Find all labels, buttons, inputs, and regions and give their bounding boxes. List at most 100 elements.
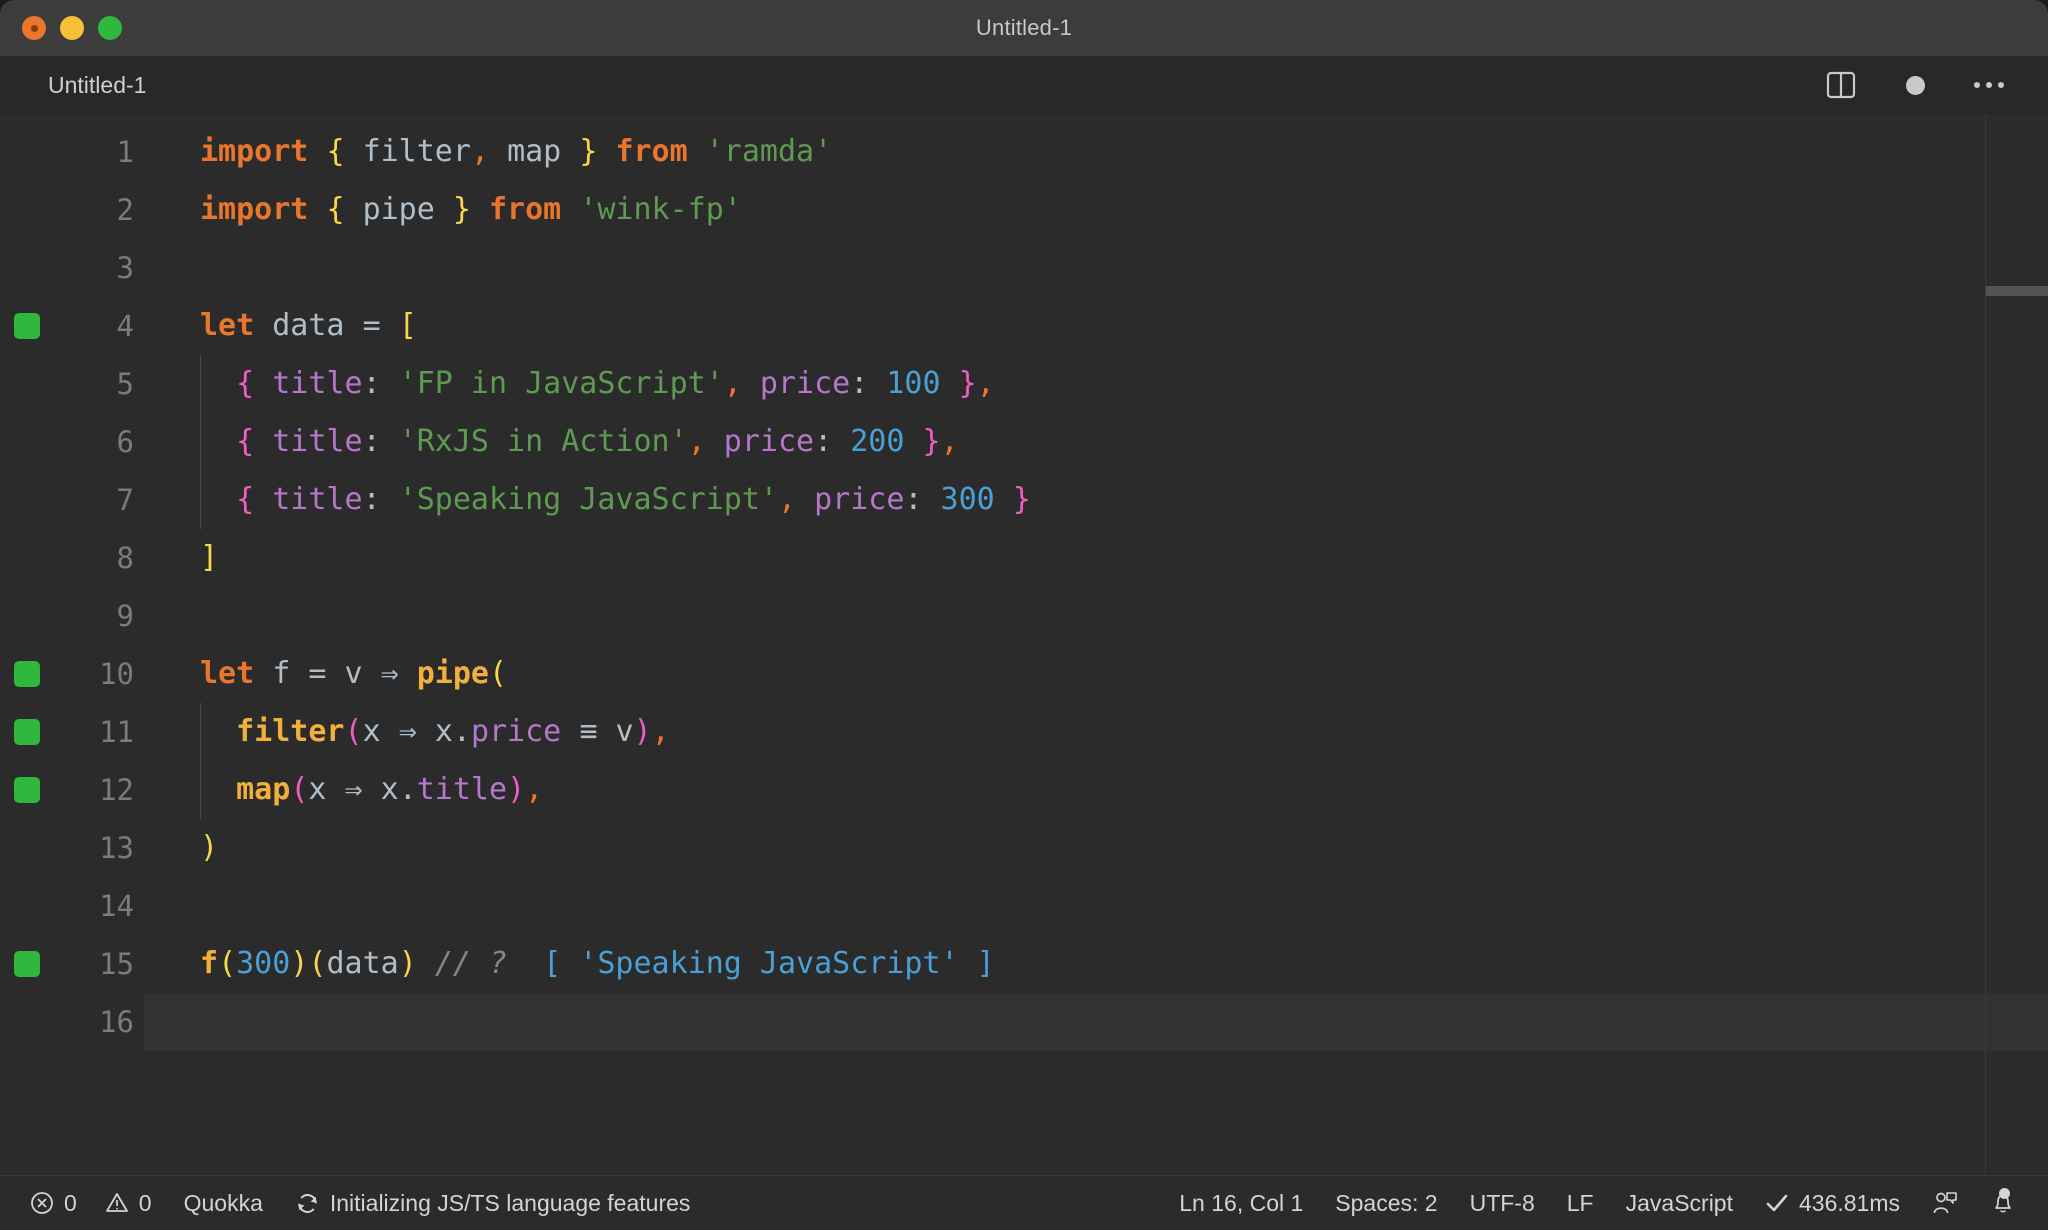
status-bar: 0 0 Quokka Initializing JS/TS language f…	[0, 1175, 2048, 1230]
code-token: 'Speaking JavaScript'	[398, 482, 778, 517]
code-line-text[interactable]: let f = v ⇒ pipe(	[144, 645, 2048, 703]
code-line[interactable]: 10 let f = v ⇒ pipe(	[0, 645, 2048, 703]
code-token: filter	[236, 714, 345, 749]
quokka-coverage-marker	[14, 661, 40, 687]
code-line[interactable]: 6 { title: 'RxJS in Action', price: 200 …	[0, 413, 2048, 471]
eol-status[interactable]: LF	[1551, 1176, 1610, 1230]
code-line[interactable]: 1 import { filter, map } from 'ramda'	[0, 123, 2048, 181]
code-token: pipe	[416, 656, 489, 691]
code-line[interactable]: 4 let data = [	[0, 297, 2048, 355]
code-line-text[interactable]	[144, 993, 2048, 1051]
line-number: 1	[116, 135, 134, 169]
problems-status[interactable]: 0 0	[0, 1176, 168, 1230]
close-button[interactable]	[22, 16, 46, 40]
indentation-status[interactable]: Spaces: 2	[1319, 1176, 1453, 1230]
code-token: .	[452, 714, 471, 749]
code-token: from	[615, 134, 688, 169]
code-line-text[interactable]: import { pipe } from 'wink-fp'	[144, 181, 2048, 239]
code-line-text[interactable]: let data = [	[144, 297, 2048, 355]
line-number: 14	[99, 889, 134, 923]
code-token: ⇒	[380, 656, 399, 691]
code-line-text[interactable]: filter(x ⇒ x. price ≡ v),	[144, 703, 2048, 761]
code-token: {	[326, 134, 345, 169]
vertical-scrollbar[interactable]	[1986, 286, 2048, 296]
code-token: )	[200, 830, 219, 865]
code-line-text[interactable]	[144, 877, 2048, 935]
code-line-text[interactable]: map(x ⇒ x. title),	[144, 761, 2048, 819]
encoding-status[interactable]: UTF-8	[1454, 1176, 1551, 1230]
code-token: filter	[362, 134, 471, 169]
code-line-text[interactable]: { title: 'Speaking JavaScript', price: 3…	[144, 471, 2048, 529]
code-line-text[interactable]: import { filter, map } from 'ramda'	[144, 123, 2048, 181]
code-token: 100	[886, 366, 941, 401]
code-line[interactable]: 14	[0, 877, 2048, 935]
notifications-bell-icon[interactable]	[1974, 1176, 2032, 1230]
code-token: 'RxJS in Action'	[398, 424, 688, 459]
line-number: 5	[116, 367, 134, 401]
code-token: import	[200, 192, 309, 227]
code-line[interactable]: 12 map(x ⇒ x. title),	[0, 761, 2048, 819]
cursor-position[interactable]: Ln 16, Col 1	[1163, 1176, 1319, 1230]
code-token: [	[398, 308, 417, 343]
code-token: 300	[940, 482, 995, 517]
code-line[interactable]: 11 filter(x ⇒ x. price ≡ v),	[0, 703, 2048, 761]
code-line-text[interactable]: { title: 'RxJS in Action', price: 200 },	[144, 413, 2048, 471]
code-token: title	[272, 366, 363, 401]
code-line-text[interactable]: f(300)(data) // ? [ 'Speaking JavaScript…	[144, 935, 2048, 993]
code-token: v	[344, 656, 363, 691]
indent-guide	[200, 471, 201, 529]
code-line[interactable]: 3	[0, 239, 2048, 297]
code-line[interactable]: 15 f(300)(data) // ? [ 'Speaking JavaScri…	[0, 935, 2048, 993]
code-token: x	[308, 772, 327, 807]
unsaved-indicator[interactable]	[1898, 68, 1932, 102]
code-editor[interactable]: 1 import { filter, map } from 'ramda' 2 imp…	[0, 114, 2048, 1175]
code-line-text[interactable]: { title: 'FP in JavaScript', price: 100 …	[144, 355, 2048, 413]
code-token: x	[362, 714, 381, 749]
code-token: ⇒	[398, 714, 417, 749]
code-line-text[interactable]: ]	[144, 529, 2048, 587]
code-token: pipe	[362, 192, 435, 227]
tab-untitled-1[interactable]: Untitled-1	[0, 56, 172, 114]
quokka-status[interactable]: Quokka	[168, 1176, 279, 1230]
quokka-coverage-marker	[14, 951, 40, 977]
more-actions-icon[interactable]	[1972, 68, 2006, 102]
line-number: 13	[99, 831, 134, 865]
code-token: 300	[236, 946, 291, 981]
code-line[interactable]: 7 { title: 'Speaking JavaScript', price:…	[0, 471, 2048, 529]
split-editor-icon[interactable]	[1824, 68, 1858, 102]
code-line[interactable]: 9	[0, 587, 2048, 645]
checkmark-icon	[1765, 1192, 1789, 1214]
code-line[interactable]: 16	[0, 993, 2048, 1051]
code-line[interactable]: 2 import { pipe } from 'wink-fp'	[0, 181, 2048, 239]
code-line-text[interactable]	[144, 239, 2048, 297]
code-line[interactable]: 5 { title: 'FP in JavaScript', price: 10…	[0, 355, 2048, 413]
indent-guide	[200, 703, 201, 761]
task-label: Initializing JS/TS language features	[329, 1189, 691, 1216]
language-mode-status[interactable]: JavaScript	[1610, 1176, 1749, 1230]
quokka-timing-status[interactable]: 436.81ms	[1749, 1176, 1916, 1230]
quokka-coverage-marker	[14, 777, 40, 803]
code-token: price	[814, 482, 905, 517]
feedback-person-icon[interactable]	[1916, 1176, 1974, 1230]
background-task-status[interactable]: Initializing JS/TS language features	[279, 1176, 707, 1230]
line-number: 8	[116, 541, 134, 575]
code-line[interactable]: 8]	[0, 529, 2048, 587]
code-token: ,	[470, 134, 489, 169]
code-line-text[interactable]: )	[144, 819, 2048, 877]
timing-value: 436.81ms	[1798, 1189, 1900, 1216]
code-token: ,	[525, 772, 544, 807]
code-line[interactable]: 13)	[0, 819, 2048, 877]
maximize-button[interactable]	[98, 16, 122, 40]
minimize-button[interactable]	[60, 16, 84, 40]
code-line-text[interactable]	[144, 587, 2048, 645]
status-bar-right: Ln 16, Col 1 Spaces: 2 UTF-8 LF JavaScri…	[1163, 1176, 2048, 1230]
code-token: data	[326, 946, 399, 981]
